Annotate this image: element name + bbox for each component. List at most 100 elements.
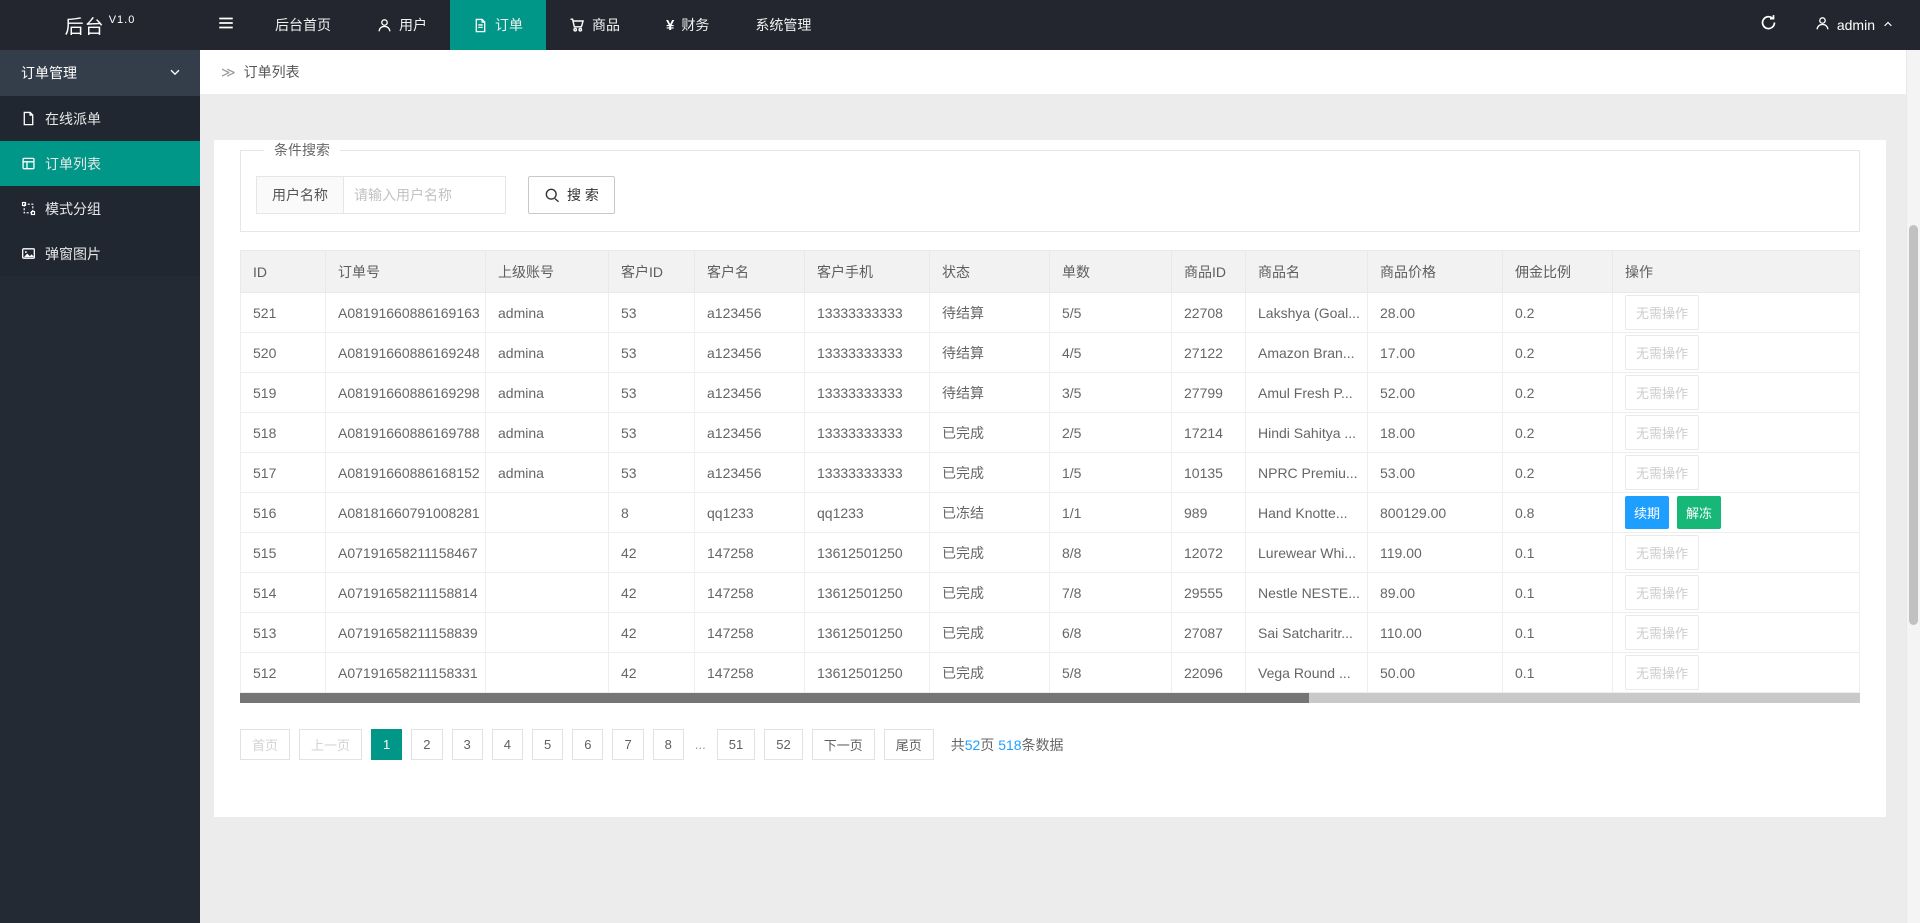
chevron-down-icon	[168, 65, 182, 82]
cell-product_name: Vega Round ...	[1246, 653, 1368, 693]
cell-count: 5/8	[1050, 653, 1172, 693]
cell-count: 2/5	[1050, 413, 1172, 453]
unfreeze-button[interactable]: 解冻	[1677, 496, 1721, 529]
cell-customer_name: a123456	[695, 413, 805, 453]
summary-prefix: 共	[951, 737, 965, 753]
cell-product_name: Amul Fresh P...	[1246, 373, 1368, 413]
cell-count: 4/5	[1050, 333, 1172, 373]
sidebar-item-在线派单[interactable]: 在线派单	[0, 96, 200, 141]
cell-parent	[486, 573, 609, 613]
file-icon	[21, 111, 36, 126]
table-row: 512A071916582111583314214725813612501250…	[241, 653, 1860, 693]
page-button-6[interactable]: 6	[572, 729, 603, 760]
nav-item-订单[interactable]: 订单	[450, 0, 546, 50]
table-row: 514A071916582111588144214725813612501250…	[241, 573, 1860, 613]
nav-item-系统管理[interactable]: 系统管理	[732, 0, 834, 50]
nav-item-label: 订单	[495, 15, 523, 35]
cell-price: 18.00	[1368, 413, 1503, 453]
column-header: 客户名	[695, 251, 805, 293]
cell-ratio: 0.2	[1503, 453, 1613, 493]
cell-order_no: A07191658211158331	[326, 653, 486, 693]
cell-id: 520	[241, 333, 326, 373]
column-header: ID	[241, 251, 326, 293]
page-button-1: 1	[371, 729, 402, 760]
refresh-button[interactable]	[1741, 0, 1797, 50]
cell-order_no: A07191658211158467	[326, 533, 486, 573]
cell-phone: 13333333333	[805, 373, 930, 413]
cell-id: 518	[241, 413, 326, 453]
nav-item-label: 系统管理	[755, 15, 811, 35]
column-header: 上级账号	[486, 251, 609, 293]
page-button-51[interactable]: 51	[717, 729, 755, 760]
table-row: 513A071916582111588394214725813612501250…	[241, 613, 1860, 653]
admin-username: admin	[1837, 17, 1875, 33]
username-input[interactable]	[344, 176, 506, 214]
cell-ratio: 0.2	[1503, 293, 1613, 333]
cell-count: 5/5	[1050, 293, 1172, 333]
cell-status: 已完成	[930, 533, 1050, 573]
main-wrapper: 条件搜索 用户名称 搜 索 ID订单	[200, 94, 1906, 817]
orders-table: ID订单号上级账号客户ID客户名客户手机状态单数商品ID商品名商品价格佣金比例操…	[240, 250, 1860, 693]
table-row: 515A071916582111584674214725813612501250…	[241, 533, 1860, 573]
cell-order_no: A07191658211158839	[326, 613, 486, 653]
no-action-button: 无需操作	[1625, 375, 1699, 410]
page-button-4[interactable]: 4	[492, 729, 523, 760]
cell-customer_name: a123456	[695, 293, 805, 333]
cart-icon	[569, 17, 585, 33]
page-button-52[interactable]: 52	[764, 729, 802, 760]
cell-customer_id: 53	[609, 293, 695, 333]
nav-item-商品[interactable]: 商品	[546, 0, 643, 50]
nav-item-财务[interactable]: ¥财务	[643, 0, 732, 50]
cell-ratio: 0.2	[1503, 413, 1613, 453]
double-chevron-icon: ≫	[221, 64, 236, 81]
cell-actions: 续期解冻	[1613, 493, 1860, 533]
menu-toggle-button[interactable]	[200, 0, 252, 50]
page-button-下一页[interactable]: 下一页	[812, 729, 875, 760]
cell-actions: 无需操作	[1613, 453, 1860, 493]
page-button-尾页[interactable]: 尾页	[884, 729, 934, 760]
cell-order_no: A08191660886169248	[326, 333, 486, 373]
page-button-5[interactable]: 5	[532, 729, 563, 760]
nav-item-label: 用户	[399, 15, 427, 35]
column-header: 订单号	[326, 251, 486, 293]
vertical-scrollbar-thumb[interactable]	[1909, 225, 1918, 625]
cell-status: 已冻结	[930, 493, 1050, 533]
cell-actions: 无需操作	[1613, 573, 1860, 613]
cell-parent: admina	[486, 373, 609, 413]
renew-button[interactable]: 续期	[1625, 496, 1669, 529]
sidebar-item-模式分组[interactable]: 模式分组	[0, 186, 200, 231]
search-button[interactable]: 搜 索	[528, 176, 615, 214]
sidebar-item-弹窗图片[interactable]: 弹窗图片	[0, 231, 200, 276]
cell-ratio: 0.8	[1503, 493, 1613, 533]
page-button-7[interactable]: 7	[612, 729, 643, 760]
cell-phone: 13333333333	[805, 413, 930, 453]
nav-item-用户[interactable]: 用户	[354, 0, 450, 50]
search-legend: 条件搜索	[264, 140, 340, 160]
cell-customer_id: 53	[609, 373, 695, 413]
page-button-8[interactable]: 8	[653, 729, 684, 760]
cell-status: 已完成	[930, 613, 1050, 653]
cell-id: 519	[241, 373, 326, 413]
sidebar-group-order-management[interactable]: 订单管理	[0, 50, 200, 96]
cell-price: 89.00	[1368, 573, 1503, 613]
search-fieldset: 条件搜索 用户名称 搜 索	[240, 140, 1860, 232]
admin-menu[interactable]: admin	[1797, 0, 1920, 50]
sidebar-item-订单列表[interactable]: 订单列表	[0, 141, 200, 186]
horizontal-scrollbar-thumb[interactable]	[240, 693, 1309, 703]
cell-product_id: 27799	[1172, 373, 1246, 413]
list-icon	[21, 156, 36, 171]
cell-parent: admina	[486, 333, 609, 373]
summary-suffix: 条数据	[1022, 737, 1064, 753]
cell-parent: admina	[486, 293, 609, 333]
content-card: 条件搜索 用户名称 搜 索 ID订单	[214, 140, 1886, 817]
cell-customer_name: a123456	[695, 373, 805, 413]
page-button-3[interactable]: 3	[452, 729, 483, 760]
cell-actions: 无需操作	[1613, 653, 1860, 693]
page-button-2[interactable]: 2	[411, 729, 442, 760]
cell-customer_id: 42	[609, 533, 695, 573]
cell-count: 3/5	[1050, 373, 1172, 413]
sidebar-item-label: 模式分组	[45, 199, 101, 219]
nav-item-后台首页[interactable]: 后台首页	[252, 0, 354, 50]
cell-actions: 无需操作	[1613, 333, 1860, 373]
cell-customer_name: 147258	[695, 573, 805, 613]
